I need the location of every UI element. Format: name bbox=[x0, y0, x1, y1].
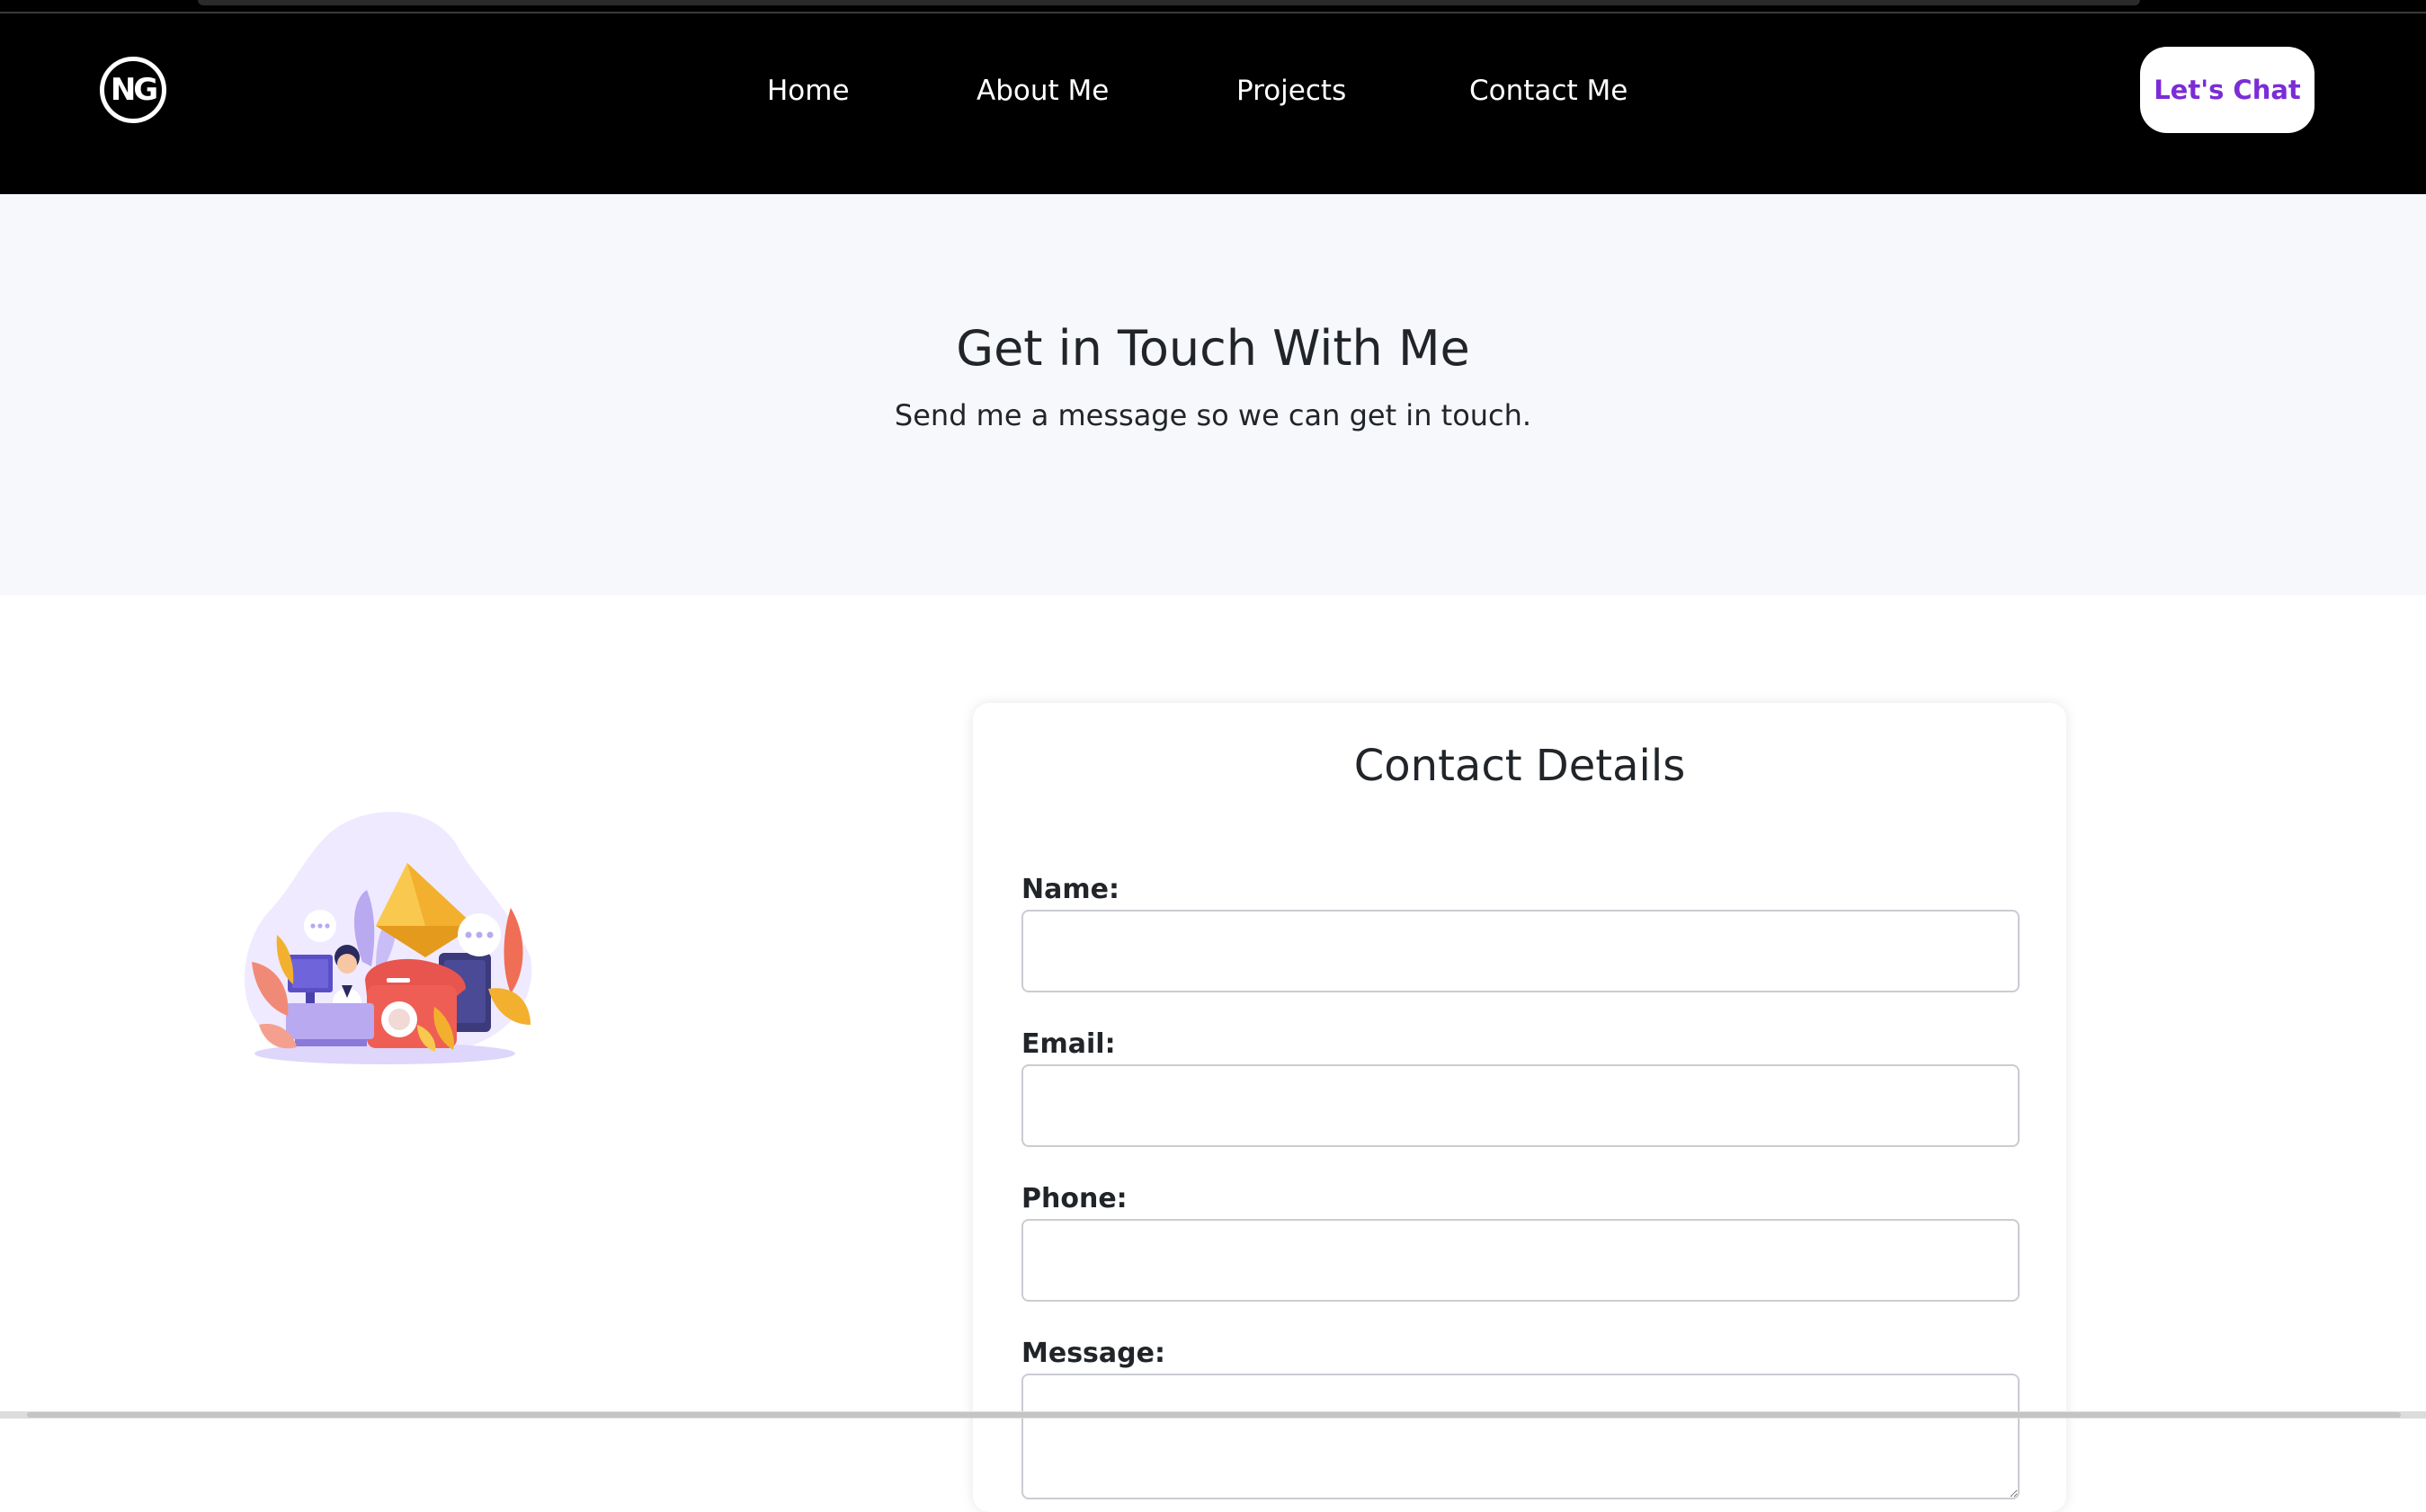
contact-details-card: Contact Details Name: Email: Phone: Mess… bbox=[973, 703, 2066, 1512]
message-label: Message: bbox=[1021, 1338, 1165, 1369]
nav-link-about-me[interactable]: About Me bbox=[977, 14, 1109, 167]
email-field[interactable] bbox=[1021, 1064, 2020, 1147]
lets-chat-button[interactable]: Let's Chat bbox=[2140, 47, 2315, 133]
page-title: Get in Touch With Me bbox=[956, 320, 1470, 377]
top-scrollbar-thumb[interactable] bbox=[198, 0, 2140, 5]
hero-section: Get in Touch With Me Send me a message s… bbox=[0, 194, 2426, 595]
contact-illustration-icon bbox=[241, 800, 538, 1070]
nav-link-projects[interactable]: Projects bbox=[1236, 14, 1346, 167]
phone-label: Phone: bbox=[1021, 1183, 1128, 1214]
horizontal-scrollbar[interactable] bbox=[0, 1411, 2426, 1419]
navbar: NG Home About Me Projects Contact Me Let… bbox=[0, 14, 2426, 194]
nav-link-home[interactable]: Home bbox=[767, 14, 850, 167]
card-title: Contact Details bbox=[1353, 741, 1686, 791]
page-subtitle: Send me a message so we can get in touch… bbox=[894, 398, 1532, 432]
horizontal-scrollbar-thumb[interactable] bbox=[27, 1412, 2401, 1418]
phone-field[interactable] bbox=[1021, 1219, 2020, 1302]
nav-links: Home About Me Projects Contact Me bbox=[0, 14, 2426, 194]
message-field[interactable] bbox=[1021, 1374, 2020, 1499]
browser-top-strip bbox=[0, 0, 2426, 14]
name-field[interactable] bbox=[1021, 910, 2020, 992]
top-divider bbox=[0, 12, 2426, 13]
name-label: Name: bbox=[1021, 874, 1119, 905]
email-label: Email: bbox=[1021, 1028, 1116, 1060]
nav-link-contact-me[interactable]: Contact Me bbox=[1469, 14, 1628, 167]
